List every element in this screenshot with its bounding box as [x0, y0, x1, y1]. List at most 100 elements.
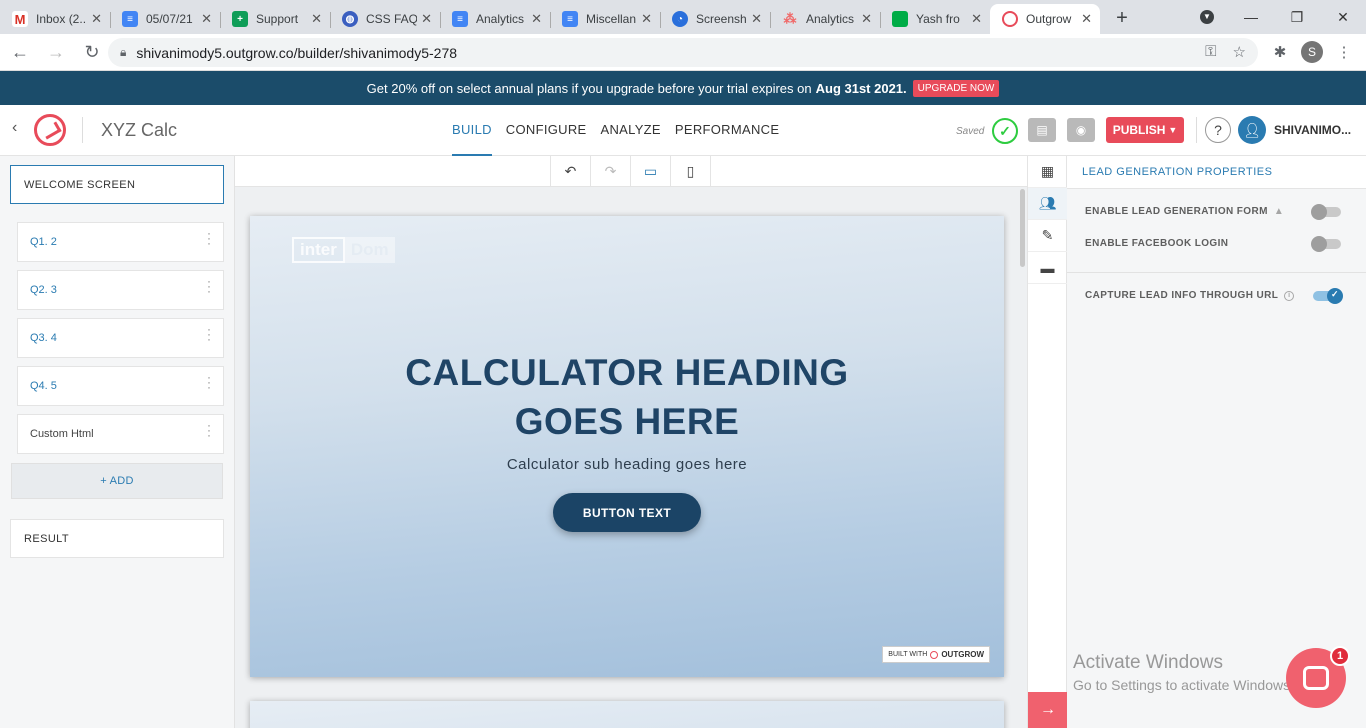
divider	[1067, 272, 1366, 273]
calculator-subheading[interactable]: Calculator sub heading goes here	[250, 456, 1004, 473]
close-tab-icon[interactable]: ✕	[311, 11, 322, 27]
browser-tab-analytics-doc[interactable]: ≡ Analytics ✕	[440, 4, 550, 34]
divider	[1196, 117, 1197, 143]
question-item-q3[interactable]: Q3. 4 · · ·	[17, 318, 224, 358]
warning-triangle-icon: ▲	[1273, 206, 1285, 217]
tab-title: Yash fro	[916, 12, 960, 26]
browser-tab-gmail[interactable]: M Inbox (2... ✕	[0, 4, 110, 34]
heading-line: CALCULATOR HEADING	[405, 352, 849, 393]
desktop-view-icon[interactable]: ▭	[631, 156, 671, 187]
close-tab-icon[interactable]: ✕	[91, 11, 102, 27]
question-item-q4[interactable]: Q4. 5 · · ·	[17, 366, 224, 406]
chat-launcher-button[interactable]: 1	[1286, 646, 1350, 708]
tab-analyze[interactable]: ANALYZE	[601, 105, 661, 156]
templates-button[interactable]: ▤	[1028, 118, 1056, 142]
menu-icon[interactable]: ⋮	[1330, 38, 1358, 66]
forward-icon[interactable]: →	[40, 36, 72, 68]
question-item-q1[interactable]: Q1. 2 · · ·	[17, 222, 224, 262]
tab-performance[interactable]: PERFORMANCE	[675, 105, 779, 156]
add-question-button[interactable]: + ADD	[11, 463, 223, 499]
browser-tab-sheets[interactable]: + Support ✕	[220, 4, 330, 34]
arrow-right-icon[interactable]: →	[1028, 692, 1068, 728]
capture-url-toggle[interactable]: ✓	[1313, 288, 1343, 304]
help-button[interactable]: ?	[1205, 117, 1231, 143]
properties-panel: LEAD GENERATION PROPERTIES ENABLE LEAD G…	[1067, 156, 1366, 728]
tab-title: Inbox (2...	[36, 12, 88, 26]
minimize-icon[interactable]: —	[1228, 0, 1274, 34]
new-tab-button[interactable]: +	[1108, 4, 1136, 32]
result-screen-preview[interactable]	[250, 701, 1004, 728]
tab-build[interactable]: BUILD	[452, 105, 492, 156]
mobile-view-icon[interactable]: ▯	[671, 156, 711, 187]
bookmark-star-icon[interactable]: ☆	[1233, 43, 1246, 61]
kebab-menu-icon[interactable]: · · ·	[207, 371, 211, 393]
outgrow-logo-icon[interactable]	[34, 114, 66, 146]
welcome-screen-preview[interactable]: inter Dom CALCULATOR HEADING GOES HERE C…	[250, 216, 1004, 677]
browser-tab-chat[interactable]: Yash fro ✕	[880, 4, 990, 34]
tab-title: Screensh	[696, 12, 747, 26]
close-tab-icon[interactable]: ✕	[201, 11, 212, 27]
key-icon[interactable]: ⚿	[1205, 43, 1216, 61]
question-item-q2[interactable]: Q2. 3 · · ·	[17, 270, 224, 310]
calculator-heading[interactable]: CALCULATOR HEADING GOES HERE	[250, 348, 1004, 446]
reload-icon[interactable]: ↻	[76, 36, 108, 68]
browser-tab-asana[interactable]: ⁂ Analytics ✕	[770, 4, 880, 34]
result-screen-item[interactable]: RESULT	[10, 519, 224, 558]
asana-icon: ⁂	[783, 11, 797, 26]
layout-icon[interactable]: ▦	[1028, 156, 1067, 188]
add-user-icon[interactable]: 👥︎	[1028, 188, 1067, 220]
close-tab-icon[interactable]: ✕	[1081, 11, 1092, 27]
profile-button[interactable]: S	[1298, 38, 1326, 66]
username[interactable]: SHIVANIMO...	[1274, 123, 1362, 137]
close-tab-icon[interactable]: ✕	[531, 11, 542, 27]
browser-tab-misc[interactable]: ≡ Miscellan ✕	[550, 4, 660, 34]
browser-tab-outgrow[interactable]: Outgrow ✕	[990, 4, 1100, 34]
back-chevron-icon[interactable]: ‹	[12, 119, 17, 137]
close-window-icon[interactable]: ✕	[1320, 0, 1366, 34]
kebab-menu-icon[interactable]: · · ·	[207, 275, 211, 297]
question-item-custom-html[interactable]: Custom Html · · ·	[17, 414, 224, 454]
kebab-menu-icon[interactable]: · · ·	[207, 419, 211, 441]
tab-configure[interactable]: CONFIGURE	[506, 105, 587, 156]
welcome-screen-item[interactable]: WELCOME SCREEN	[10, 165, 224, 204]
tab-title: Analytics	[806, 12, 855, 26]
preview-eye-button[interactable]: ◉	[1067, 118, 1095, 142]
facebook-login-toggle[interactable]	[1311, 236, 1341, 252]
card-icon[interactable]: ▬	[1028, 252, 1067, 284]
promo-date: Aug 31st 2021.	[815, 80, 907, 96]
user-avatar-icon[interactable]: 👤︎	[1238, 116, 1266, 144]
lead-form-toggle[interactable]	[1311, 204, 1341, 220]
browser-tab-docs[interactable]: ≡ 05/07/21 ✕	[110, 4, 220, 34]
globe-icon: ◍	[342, 11, 358, 27]
close-tab-icon[interactable]: ✕	[751, 11, 762, 27]
canvas-scrollbar[interactable]	[1020, 189, 1025, 267]
close-tab-icon[interactable]: ✕	[861, 11, 872, 27]
close-tab-icon[interactable]: ✕	[971, 11, 982, 27]
built-with-label: BUILT WITH	[888, 651, 928, 658]
edit-pencil-icon[interactable]: ✎	[1028, 220, 1067, 252]
tab-search-icon[interactable]: ▼	[1184, 0, 1230, 34]
extensions-icon[interactable]: ✱	[1266, 38, 1294, 66]
url-field[interactable]: 🔒︎ shivanimody5.outgrow.co/builder/shiva…	[108, 38, 1258, 67]
browser-tab-css-faq[interactable]: ◍ CSS FAQ ✕	[330, 4, 440, 34]
tab-title: Outgrow	[1026, 12, 1072, 26]
address-bar: ← → ↻ 🔒︎ shivanimody5.outgrow.co/builder…	[0, 34, 1366, 71]
redo-icon[interactable]: ↷	[591, 156, 631, 187]
brand-logo[interactable]: inter Dom	[292, 237, 395, 263]
close-tab-icon[interactable]: ✕	[641, 11, 652, 27]
kebab-menu-icon[interactable]: · · ·	[207, 227, 211, 249]
browser-tab-screenshot[interactable]: ◔ Screensh ✕	[660, 4, 770, 34]
calculator-name[interactable]: XYZ Calc	[101, 120, 177, 141]
built-with-badge[interactable]: BUILT WITH OUTGROW	[882, 646, 990, 663]
facebook-login-row: ENABLE FACEBOOK LOGIN	[1085, 238, 1228, 249]
cta-button[interactable]: BUTTON TEXT	[553, 493, 701, 532]
undo-icon[interactable]: ↶	[551, 156, 591, 187]
restore-icon[interactable]: ❐	[1274, 0, 1320, 34]
back-icon[interactable]: ←	[4, 36, 36, 68]
publish-button[interactable]: PUBLISH ▼	[1106, 117, 1184, 143]
kebab-menu-icon[interactable]: · · ·	[207, 323, 211, 345]
check-icon: ✓	[1331, 289, 1339, 299]
close-tab-icon[interactable]: ✕	[421, 11, 432, 27]
info-icon[interactable]: i	[1284, 290, 1295, 301]
upgrade-now-button[interactable]: UPGRADE NOW	[912, 79, 1000, 97]
